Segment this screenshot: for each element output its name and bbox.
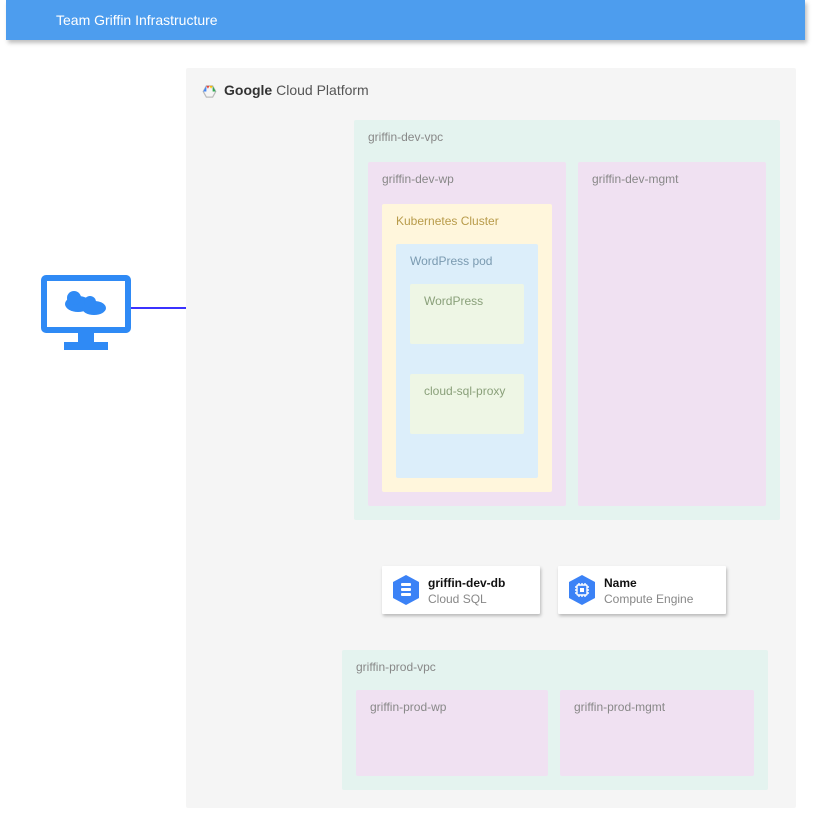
compute-engine-name: Name — [604, 576, 637, 590]
cloud-sql-proxy-box: cloud-sql-proxy — [410, 374, 524, 434]
prod-mgmt-subnet-label: griffin-prod-mgmt — [560, 690, 754, 714]
prod-wp-subnet-box: griffin-prod-wp — [356, 690, 548, 776]
gcp-brand: Google — [224, 82, 272, 98]
wordpress-app-box: WordPress — [410, 284, 524, 344]
prod-vpc-label: griffin-prod-vpc — [342, 650, 768, 674]
header-title: Team Griffin Infrastructure — [56, 12, 218, 28]
conn-monitor-lb — [130, 307, 194, 309]
gcp-logo-icon — [202, 84, 217, 99]
gcp-suffix: Cloud Platform — [272, 82, 368, 98]
wordpress-app-label: WordPress — [410, 284, 524, 308]
compute-engine-icon — [568, 574, 596, 606]
compute-engine-card: Name Compute Engine — [558, 566, 726, 614]
wp-pod-label: WordPress pod — [396, 244, 538, 268]
k8s-cluster-label: Kubernetes Cluster — [382, 204, 552, 228]
prod-wp-subnet-label: griffin-prod-wp — [356, 690, 548, 714]
cloud-sql-service: Cloud SQL — [428, 592, 487, 606]
dev-vpc-box: griffin-dev-vpc griffin-dev-wp Kubernete… — [354, 120, 780, 520]
cloud-sql-proxy-label: cloud-sql-proxy — [410, 374, 524, 398]
dev-wp-subnet-label: griffin-dev-wp — [368, 162, 566, 186]
dev-vpc-label: griffin-dev-vpc — [354, 120, 780, 144]
cloud-sql-card: griffin-dev-db Cloud SQL — [382, 566, 540, 614]
dev-mgmt-subnet-label: griffin-dev-mgmt — [578, 162, 766, 186]
cloud-sql-icon — [392, 574, 420, 606]
gcp-project-box: Google Cloud Platform griffin-dev-vpc gr… — [186, 68, 796, 808]
k8s-cluster-box: Kubernetes Cluster WordPress pod WordPre… — [382, 204, 552, 492]
dev-mgmt-subnet-box: griffin-dev-mgmt — [578, 162, 766, 506]
compute-engine-service: Compute Engine — [604, 592, 693, 606]
wp-pod-box: WordPress pod WordPress cloud-sql-proxy — [396, 244, 538, 478]
client-monitor-icon — [40, 274, 132, 352]
prod-vpc-box: griffin-prod-vpc griffin-prod-wp griffin… — [342, 650, 768, 790]
header-banner: Team Griffin Infrastructure — [6, 0, 805, 40]
dev-wp-subnet-box: griffin-dev-wp Kubernetes Cluster WordPr… — [368, 162, 566, 506]
cloud-sql-name: griffin-dev-db — [428, 576, 505, 590]
prod-mgmt-subnet-box: griffin-prod-mgmt — [560, 690, 754, 776]
